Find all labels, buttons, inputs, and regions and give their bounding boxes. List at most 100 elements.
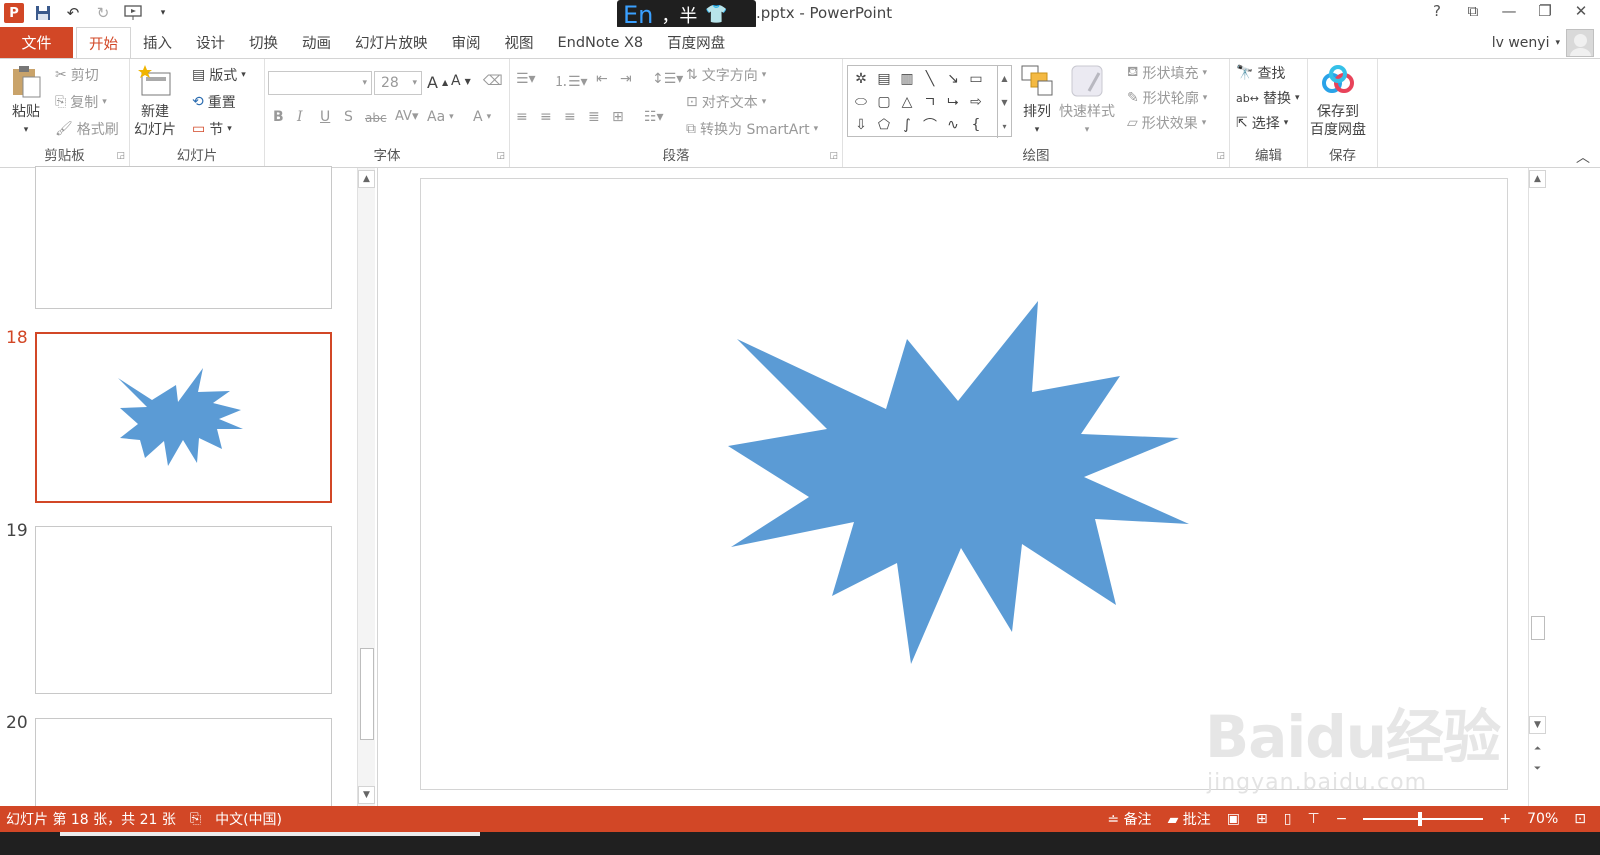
slideshow-icon[interactable]: ⊤ bbox=[1307, 811, 1319, 827]
previous-slide-icon[interactable]: ⏶ bbox=[1529, 740, 1546, 758]
quick-styles-button[interactable]: 快速样式 ▾ bbox=[1059, 63, 1115, 139]
scroll-down-icon[interactable]: ▼ bbox=[358, 786, 375, 804]
shape-elbow-arrow-icon[interactable]: ⮡ bbox=[942, 91, 964, 113]
gallery-up-icon[interactable]: ▲ bbox=[1001, 74, 1007, 83]
gallery-scroll[interactable]: ▲ ▼ ▾ bbox=[997, 66, 1011, 138]
shape-effects-button[interactable]: ▱ 形状效果 ▾ bbox=[1127, 113, 1206, 133]
save-to-baidu-button[interactable]: 保存到 百度网盘 bbox=[1310, 63, 1366, 139]
shape-elbow-connector-icon[interactable]: ㄱ bbox=[919, 91, 941, 113]
tab-baidu-netdisk[interactable]: 百度网盘 bbox=[655, 27, 737, 58]
tab-view[interactable]: 视图 bbox=[493, 27, 546, 58]
help-button[interactable]: ? bbox=[1426, 2, 1448, 20]
thumbnail-scrollbar[interactable]: ▲ ▼ bbox=[357, 168, 375, 806]
strikethrough-icon[interactable]: abc bbox=[365, 111, 387, 125]
minimize-icon[interactable]: — bbox=[1498, 2, 1520, 20]
shape-curve-icon[interactable]: ∿ bbox=[942, 114, 964, 136]
save-icon[interactable] bbox=[32, 2, 54, 24]
comments-button[interactable]: ▰ 批注 bbox=[1168, 809, 1211, 829]
bullets-icon[interactable]: ☰▾ bbox=[516, 71, 536, 87]
tab-animations[interactable]: 动画 bbox=[290, 27, 343, 58]
shape-vertical-textbox-icon[interactable]: ▥ bbox=[896, 68, 918, 90]
zoom-level[interactable]: 70% bbox=[1527, 811, 1558, 827]
tab-review[interactable]: 审阅 bbox=[440, 27, 493, 58]
user-account[interactable]: lv wenyi ▾ bbox=[1492, 27, 1594, 58]
italic-icon[interactable]: I bbox=[297, 109, 303, 125]
distributed-icon[interactable]: ⊞ bbox=[612, 109, 624, 125]
shape-triangle-icon[interactable]: △ bbox=[896, 91, 918, 113]
arrange-button[interactable]: 排列 ▾ bbox=[1019, 63, 1055, 139]
collapse-ribbon-icon[interactable]: ︿ bbox=[1576, 147, 1590, 167]
text-direction-button[interactable]: ⇅ 文字方向 ▾ bbox=[686, 65, 766, 85]
cut-button[interactable]: ✂ 剪切 bbox=[55, 65, 99, 85]
decrease-indent-icon[interactable]: ⇤ bbox=[596, 71, 608, 87]
start-from-beginning-icon[interactable] bbox=[122, 2, 144, 24]
align-center-icon[interactable]: ≡ bbox=[540, 109, 552, 125]
zoom-slider[interactable] bbox=[1363, 812, 1484, 826]
bold-icon[interactable]: B bbox=[273, 109, 284, 125]
tab-design[interactable]: 设计 bbox=[184, 27, 237, 58]
scroll-thumb[interactable] bbox=[360, 648, 374, 740]
scroll-up-icon[interactable]: ▲ bbox=[1529, 170, 1546, 188]
align-text-button[interactable]: ⊡ 对齐文本 ▾ bbox=[686, 92, 766, 112]
dialog-launcher-icon[interactable]: ◲ bbox=[1216, 151, 1225, 161]
shape-outline-button[interactable]: ✎ 形状轮廓 ▾ bbox=[1127, 88, 1207, 108]
dialog-launcher-icon[interactable]: ◲ bbox=[116, 151, 125, 161]
line-spacing-icon[interactable]: ↕☰▾ bbox=[652, 71, 683, 87]
copy-button[interactable]: ⎘ 复制 ▾ bbox=[55, 92, 107, 112]
reset-button[interactable]: ⟲ 重置 bbox=[192, 92, 236, 112]
customize-qat-icon[interactable]: ▾ bbox=[152, 2, 174, 24]
tab-file[interactable]: 文件 bbox=[0, 27, 73, 58]
tab-endnote[interactable]: EndNote X8 bbox=[546, 27, 656, 58]
shape-scribble-icon[interactable]: ∫ bbox=[896, 114, 918, 136]
scroll-down-icon[interactable]: ▼ bbox=[1529, 716, 1546, 734]
shape-explosion-icon[interactable]: ✲ bbox=[850, 68, 872, 90]
find-button[interactable]: 🔭 查找 bbox=[1236, 63, 1285, 83]
underline-icon[interactable]: U bbox=[320, 109, 330, 125]
paste-button[interactable]: 粘贴 ▾ bbox=[8, 63, 44, 139]
reading-view-icon[interactable]: ▯ bbox=[1284, 811, 1292, 827]
slide-sorter-icon[interactable]: ⊞ bbox=[1256, 811, 1268, 827]
scroll-up-icon[interactable]: ▲ bbox=[358, 170, 375, 188]
columns-icon[interactable]: ☷▾ bbox=[644, 109, 664, 125]
justify-icon[interactable]: ≣ bbox=[588, 109, 600, 125]
restore-icon[interactable]: ❐ bbox=[1534, 2, 1556, 20]
replace-button[interactable]: ab↔ 替换 ▾ bbox=[1236, 88, 1299, 108]
scroll-thumb[interactable] bbox=[1531, 616, 1545, 640]
shape-oval-icon[interactable]: ⬭ bbox=[850, 91, 872, 113]
font-color-icon[interactable]: A ▾ bbox=[473, 109, 491, 125]
slide-thumbnail-20[interactable] bbox=[35, 718, 332, 810]
section-button[interactable]: ▭ 节 ▾ bbox=[192, 119, 232, 139]
select-button[interactable]: ⇱ 选择 ▾ bbox=[1236, 113, 1288, 133]
slide-thumbnail-19[interactable] bbox=[35, 526, 332, 694]
font-size-box[interactable]: 28 ▾ bbox=[374, 71, 422, 95]
increase-font-size-icon[interactable]: A ▲ bbox=[427, 73, 448, 92]
layout-button[interactable]: ▤ 版式 ▾ bbox=[192, 65, 246, 85]
fit-to-window-icon[interactable]: ⊡ bbox=[1574, 811, 1586, 827]
tab-slideshow[interactable]: 幻灯片放映 bbox=[343, 27, 440, 58]
slide-thumbnail-17[interactable] bbox=[35, 166, 332, 309]
shape-rounded-rect-icon[interactable]: ▢ bbox=[873, 91, 895, 113]
shape-arc-icon[interactable]: ⌒ bbox=[919, 114, 941, 136]
zoom-out-icon[interactable]: − bbox=[1336, 811, 1348, 827]
convert-smartart-button[interactable]: ⧉ 转换为 SmartArt ▾ bbox=[686, 119, 818, 139]
dialog-launcher-icon[interactable]: ◲ bbox=[496, 151, 505, 161]
shapes-gallery[interactable]: ✲ ▤ ▥ ╲ ↘ ▭ ⬭ ▢ △ ㄱ ⮡ ⇨ ⇩ ⬠ ∫ ⌒ ∿ { ▲ ▼ ▾ bbox=[847, 65, 1012, 138]
shape-down-arrow-icon[interactable]: ⇩ bbox=[850, 114, 872, 136]
font-name-box[interactable]: ▾ bbox=[268, 71, 372, 95]
dialog-launcher-icon[interactable]: ◲ bbox=[829, 151, 838, 161]
decrease-font-size-icon[interactable]: A ▼ bbox=[451, 73, 471, 89]
tab-home[interactable]: 开始 bbox=[76, 27, 131, 58]
ribbon-display-options-icon[interactable]: ⧉ bbox=[1462, 2, 1484, 20]
gallery-more-icon[interactable]: ▾ bbox=[1002, 122, 1006, 131]
shape-rectangle-icon[interactable]: ▭ bbox=[965, 68, 987, 90]
increase-indent-icon[interactable]: ⇥ bbox=[620, 71, 632, 87]
shape-freeform-icon[interactable]: ⬠ bbox=[873, 114, 895, 136]
shape-line-icon[interactable]: ╲ bbox=[919, 68, 941, 90]
language-indicator[interactable]: 中文(中国) bbox=[215, 809, 282, 829]
format-painter-button[interactable]: 🖌 格式刷 bbox=[55, 119, 119, 139]
shape-brace-icon[interactable]: { bbox=[965, 114, 987, 136]
character-spacing-icon[interactable]: AV▾ bbox=[395, 109, 418, 124]
tab-insert[interactable]: 插入 bbox=[131, 27, 184, 58]
editor-scrollbar[interactable]: ▲ ▼ ⏶ ⏷ bbox=[1528, 168, 1546, 806]
next-slide-icon[interactable]: ⏷ bbox=[1529, 760, 1546, 778]
